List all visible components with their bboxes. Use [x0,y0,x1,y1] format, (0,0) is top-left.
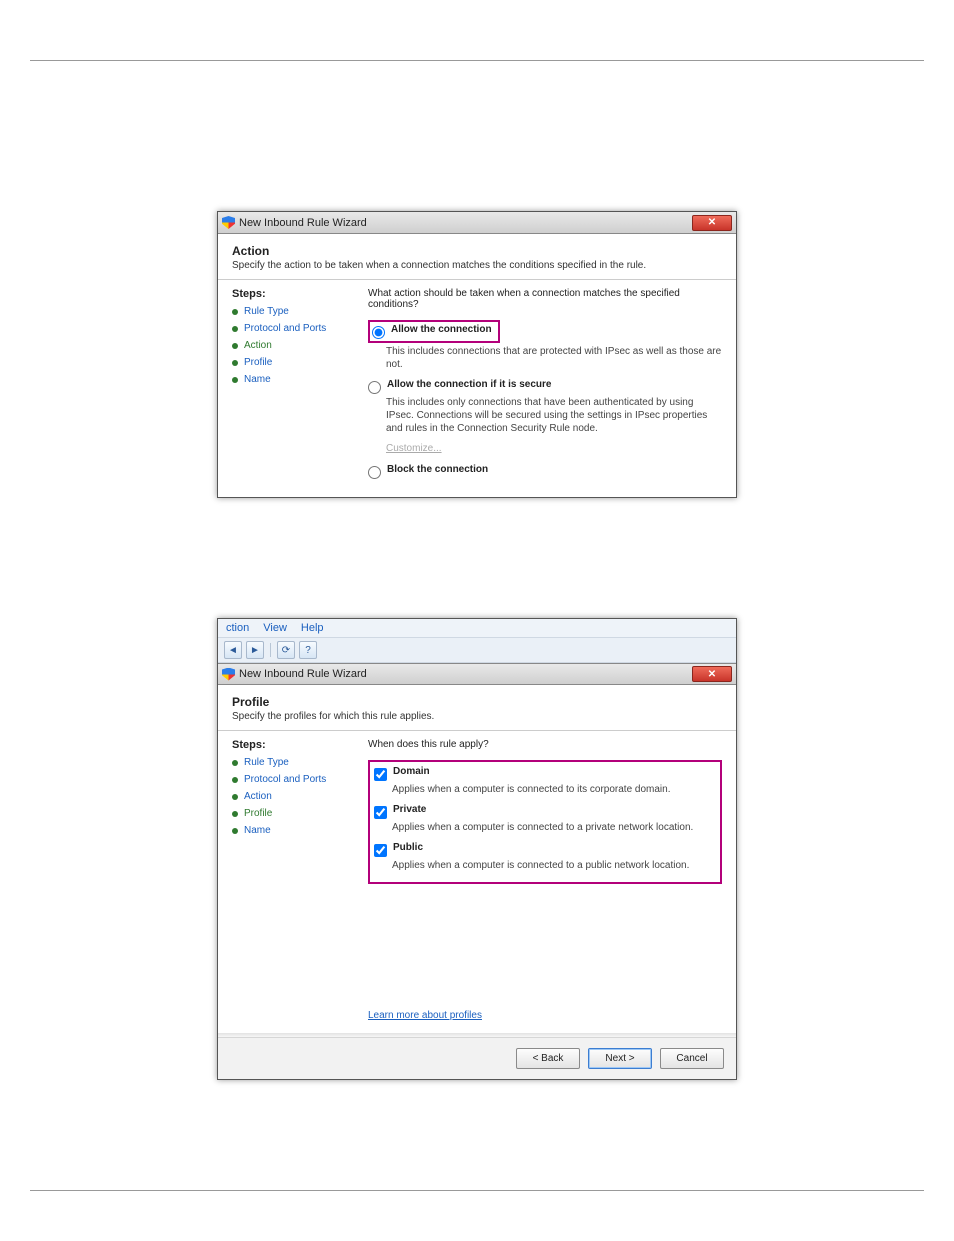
page-heading: Action [232,244,722,258]
heading-divider [218,279,736,280]
check-domain[interactable] [374,768,387,781]
footer-divider [30,1190,924,1191]
titlebar[interactable]: New Inbound Rule Wizard ✕ [218,663,736,685]
option-desc: Applies when a computer is connected to … [392,859,708,872]
menu-action[interactable]: ction [226,622,249,634]
option-label: Allow the connection [391,324,492,335]
refresh-icon[interactable]: ⟳ [277,641,295,659]
step-rule-type[interactable]: Rule Type [232,306,352,317]
menu-view[interactable]: View [263,622,287,634]
steps-column: Steps: Rule Type Protocol and Ports Acti… [232,288,352,485]
option-public[interactable]: Public [374,842,708,857]
radio-allow-secure[interactable] [368,381,381,394]
window-title: New Inbound Rule Wizard [239,668,367,680]
page-subheading: Specify the profiles for which this rule… [232,711,722,722]
step-profile[interactable]: Profile [232,808,352,819]
option-allow-connection[interactable]: Allow the connection [372,324,492,339]
option-domain[interactable]: Domain [374,766,708,781]
question-text: What action should be taken when a conne… [368,288,722,310]
header-divider [30,60,924,61]
back-icon[interactable]: ◄ [224,641,242,659]
option-desc: This includes only connections that have… [386,396,722,435]
step-protocol-ports[interactable]: Protocol and Ports [232,774,352,785]
step-profile[interactable]: Profile [232,357,352,368]
titlebar[interactable]: New Inbound Rule Wizard ✕ [218,212,736,234]
question-text: When does this rule apply? [368,739,722,750]
page-heading: Profile [232,695,722,709]
option-desc: This includes connections that are prote… [386,345,722,371]
page-subheading: Specify the action to be taken when a co… [232,260,722,271]
steps-title: Steps: [232,288,352,300]
radio-block[interactable] [368,466,381,479]
steps-column: Steps: Rule Type Protocol and Ports Acti… [232,739,352,1021]
customize-link: Customize... [386,443,442,454]
menu-help[interactable]: Help [301,622,324,634]
window-title: New Inbound Rule Wizard [239,217,367,229]
wizard-window-action: New Inbound Rule Wizard ✕ Action Specify… [217,211,737,498]
option-desc: Applies when a computer is connected to … [392,821,708,834]
menu-bar[interactable]: ction View Help [218,619,736,637]
option-private[interactable]: Private [374,804,708,819]
help-icon[interactable]: ? [299,641,317,659]
back-button[interactable]: < Back [516,1048,580,1069]
button-row: < Back Next > Cancel [218,1037,736,1079]
close-button[interactable]: ✕ [692,666,732,682]
highlight-profiles: Domain Applies when a computer is connec… [368,760,722,884]
step-action[interactable]: Action [232,340,352,351]
step-name[interactable]: Name [232,825,352,836]
learn-more-link[interactable]: Learn more about profiles [368,1010,482,1021]
content-column: What action should be taken when a conne… [368,288,722,485]
content-column: When does this rule apply? Domain Applie… [368,739,722,1021]
close-button[interactable]: ✕ [692,215,732,231]
option-block-connection[interactable]: Block the connection [368,464,722,479]
option-label: Block the connection [387,464,488,475]
cancel-button[interactable]: Cancel [660,1048,724,1069]
radio-allow[interactable] [372,326,385,339]
toolbar[interactable]: ◄ ► ⟳ ? [218,637,736,663]
highlight-allow-connection: Allow the connection [368,320,500,343]
option-label: Private [393,804,426,815]
step-rule-type[interactable]: Rule Type [232,757,352,768]
heading-divider [218,730,736,731]
option-label: Domain [393,766,430,777]
step-action[interactable]: Action [232,791,352,802]
shield-icon [222,216,235,229]
check-private[interactable] [374,806,387,819]
check-public[interactable] [374,844,387,857]
option-desc: Applies when a computer is connected to … [392,783,708,796]
steps-title: Steps: [232,739,352,751]
shield-icon [222,668,235,681]
option-allow-secure[interactable]: Allow the connection if it is secure [368,379,722,394]
toolbar-sep [270,643,271,657]
mmc-host: ction View Help ◄ ► ⟳ ? New Inbound Rule… [217,618,737,1080]
step-protocol-ports[interactable]: Protocol and Ports [232,323,352,334]
step-name[interactable]: Name [232,374,352,385]
option-label: Public [393,842,423,853]
forward-icon[interactable]: ► [246,641,264,659]
next-button[interactable]: Next > [588,1048,652,1069]
option-label: Allow the connection if it is secure [387,379,551,390]
